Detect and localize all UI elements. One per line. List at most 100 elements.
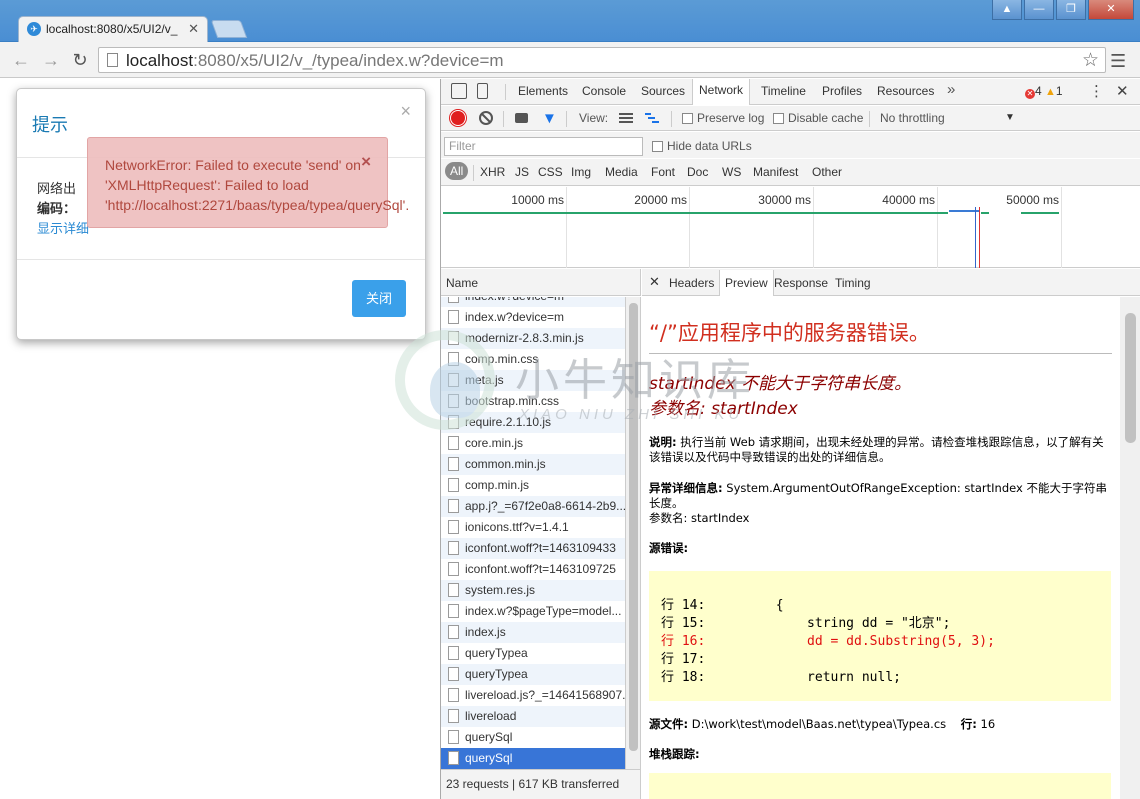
request-list-scrollbar[interactable] [626, 297, 641, 769]
devtools-menu-icon[interactable]: ⋮ [1089, 82, 1104, 100]
resource-type-filters: All XHR JS CSS Img Media Font Doc WS Manifest Othe… [441, 159, 1140, 186]
large-rows-icon[interactable] [619, 113, 633, 123]
error-count: 4 [1035, 84, 1042, 98]
warning-count: 1 [1055, 84, 1063, 98]
dialog-close-button[interactable]: 关闭 [352, 280, 406, 317]
name-column-header[interactable]: Name [441, 269, 641, 296]
request-row[interactable]: modernizr-2.8.3.min.js [441, 328, 625, 349]
detail-tab-preview[interactable]: Preview [719, 270, 774, 296]
type-filter-other[interactable]: Other [812, 165, 842, 179]
request-row[interactable]: common.min.js [441, 454, 625, 475]
record-icon[interactable] [451, 111, 465, 125]
type-filter-media[interactable]: Media [605, 165, 638, 179]
dropdown-arrow-icon[interactable]: ▼ [1005, 112, 1015, 123]
request-row[interactable]: index.w?device=m [441, 307, 625, 328]
file-icon [448, 709, 459, 723]
dialog-close-icon[interactable]: × [400, 101, 411, 122]
request-row[interactable]: comp.min.css [441, 349, 625, 370]
disable-cache-checkbox[interactable]: Disable cache [773, 111, 863, 125]
request-row[interactable]: app.j?_=67f2e0a8-6614-2b9... [441, 496, 625, 517]
request-name: comp.min.css [465, 352, 539, 366]
back-arrow-icon[interactable]: ← [10, 49, 32, 71]
devtools-close-icon[interactable]: ✕ [1116, 82, 1129, 100]
request-row[interactable]: system.res.js [441, 580, 625, 601]
type-filter-js[interactable]: JS [515, 165, 529, 179]
detail-tab-headers[interactable]: Headers [669, 276, 714, 290]
throttling-select[interactable]: No throttling [880, 111, 945, 125]
request-row[interactable]: index.w?$pageType=model... [441, 601, 625, 622]
type-filter-font[interactable]: Font [651, 165, 675, 179]
error-heading: startIndex 不能大于字符串长度。 参数名: startIndex [649, 372, 911, 422]
show-details-link[interactable]: 显示详细 [37, 219, 89, 239]
maximize-button[interactable]: ❐ [1056, 0, 1086, 20]
divider [649, 353, 1112, 354]
request-row[interactable]: ionicons.ttf?v=1.4.1 [441, 517, 625, 538]
type-filter-css[interactable]: CSS [538, 165, 563, 179]
tab-close-icon[interactable]: ✕ [188, 21, 199, 37]
hide-data-urls-checkbox[interactable]: Hide data URLs [652, 139, 752, 153]
request-row[interactable]: queryTypea [441, 643, 625, 664]
request-row[interactable]: bootstrap.min.css [441, 391, 625, 412]
type-filter-all[interactable]: All [445, 162, 469, 180]
browser-tab[interactable]: ✈ localhost:8080/x5/UI2/v_ ✕ [18, 16, 208, 42]
address-bar[interactable]: localhost:8080/x5/UI2/v_/typea/index.w?d… [98, 47, 1106, 73]
devtools-tab-timeline[interactable]: Timeline [761, 84, 806, 98]
filter-input[interactable]: Filter [444, 137, 643, 156]
detail-tab-timing[interactable]: Timing [835, 276, 871, 290]
chrome-menu-icon[interactable]: ☰ [1110, 51, 1126, 72]
bookmark-star-icon[interactable]: ☆ [1082, 49, 1099, 72]
preview-scrollbar[interactable] [1120, 297, 1140, 799]
devtools-tab-profiles[interactable]: Profiles [822, 84, 862, 98]
detail-tab-response[interactable]: Response [774, 276, 828, 290]
request-row[interactable]: core.min.js [441, 433, 625, 454]
type-filter-doc[interactable]: Doc [687, 165, 708, 179]
window-titlebar: ✈ localhost:8080/x5/UI2/v_ ✕ ▲ — ❐ ✕ [0, 0, 1140, 42]
minimize-button[interactable]: — [1024, 0, 1054, 20]
request-row[interactable]: iconfont.woff?t=1463109433 [441, 538, 625, 559]
close-detail-icon[interactable]: ✕ [649, 274, 660, 290]
request-row[interactable]: querySql [441, 748, 625, 769]
request-row[interactable]: querySql [441, 727, 625, 748]
inspect-element-icon[interactable] [451, 83, 467, 99]
request-row[interactable]: queryTypea [441, 664, 625, 685]
more-tabs-icon[interactable]: » [947, 81, 955, 98]
request-row[interactable]: comp.min.js [441, 475, 625, 496]
request-name: iconfont.woff?t=1463109725 [465, 562, 616, 576]
request-row[interactable]: index.w?device=m [441, 297, 625, 307]
devtools-tab-resources[interactable]: Resources [877, 84, 934, 98]
devtools-tab-elements[interactable]: Elements [518, 84, 568, 98]
file-icon [448, 583, 459, 597]
devtools-tab-network[interactable]: Network [692, 79, 751, 105]
request-row[interactable]: meta.js [441, 370, 625, 391]
overview-icon[interactable] [645, 113, 659, 123]
exception-details: 异常详细信息: System.ArgumentOutOfRangeExcepti… [649, 481, 1114, 526]
type-filter-manifest[interactable]: Manifest [753, 165, 798, 179]
type-filter-xhr[interactable]: XHR [480, 165, 505, 179]
preserve-log-checkbox[interactable]: Preserve log [682, 111, 764, 125]
devtools-tab-sources[interactable]: Sources [641, 84, 685, 98]
url-text[interactable]: localhost:8080/x5/UI2/v_/typea/index.w?d… [126, 51, 504, 71]
request-row[interactable]: iconfont.woff?t=1463109725 [441, 559, 625, 580]
new-tab-button[interactable] [210, 20, 248, 38]
request-row[interactable]: livereload.js?_=14641568907... [441, 685, 625, 706]
type-filter-img[interactable]: Img [571, 165, 591, 179]
reload-icon[interactable]: ↻ [69, 49, 91, 71]
filter-icon[interactable]: ▼ [542, 110, 557, 127]
request-name: index.w?device=m [465, 310, 565, 324]
clear-icon[interactable] [479, 111, 493, 125]
request-row[interactable]: index.js [441, 622, 625, 643]
console-counters[interactable]: ✕ 4 ▲1 [1025, 84, 1063, 99]
capture-screenshots-icon[interactable] [515, 113, 528, 123]
alert-close-icon[interactable]: × [361, 152, 371, 172]
type-filter-ws[interactable]: WS [722, 165, 741, 179]
forward-arrow-icon[interactable]: → [40, 49, 62, 71]
load-event-line [979, 207, 980, 268]
request-row[interactable]: require.2.1.10.js [441, 412, 625, 433]
devtools-tab-console[interactable]: Console [582, 84, 626, 98]
user-icon[interactable]: ▲ [992, 0, 1022, 20]
code-line: 行 15: string dd = "北京"; [661, 616, 951, 631]
close-window-button[interactable]: ✕ [1088, 0, 1134, 20]
line-label: 行: [960, 717, 977, 731]
device-mode-icon[interactable] [477, 83, 488, 99]
request-row[interactable]: livereload [441, 706, 625, 727]
